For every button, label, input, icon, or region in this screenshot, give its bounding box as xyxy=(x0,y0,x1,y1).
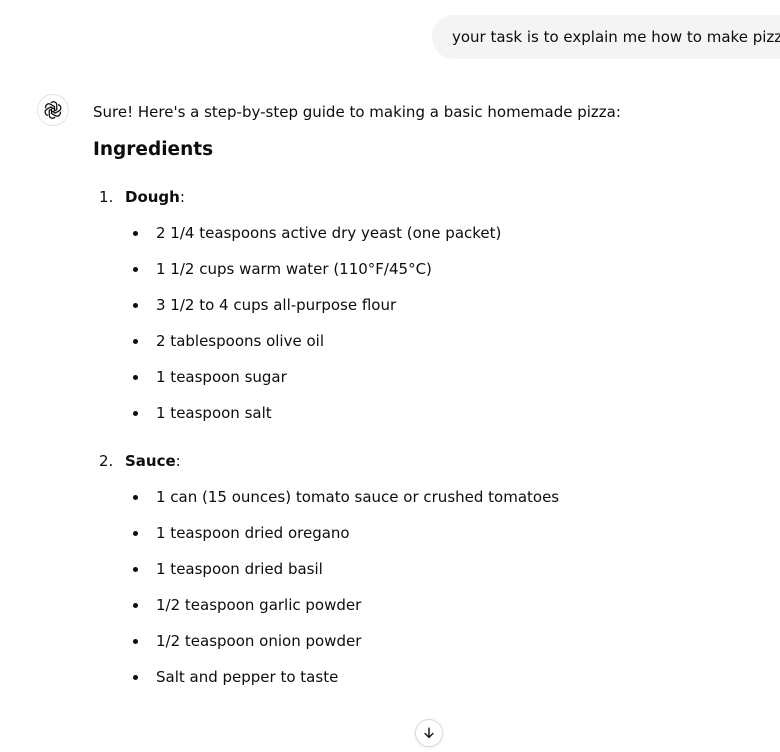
section-colon: : xyxy=(179,188,185,206)
list-item: 1 teaspoon dried oregano xyxy=(93,521,773,545)
chat-page: your task is to explain me how to make p… xyxy=(0,0,780,752)
section-number: 1. xyxy=(99,188,114,206)
chatgpt-logo-icon xyxy=(44,101,62,119)
list-item: 1 teaspoon salt xyxy=(93,401,773,425)
section-title: Sauce xyxy=(125,452,176,470)
sauce-list: 1 can (15 ounces) tomato sauce or crushe… xyxy=(93,485,773,689)
list-item: 1 teaspoon sugar xyxy=(93,365,773,389)
arrow-down-icon xyxy=(424,727,434,739)
list-item: 1/2 teaspoon garlic powder xyxy=(93,593,773,617)
section-title: Dough xyxy=(125,188,180,206)
list-item: 1/2 teaspoon onion powder xyxy=(93,629,773,653)
dough-section: 1. Dough: 2 1/4 teaspoons active dry yea… xyxy=(93,185,773,425)
sauce-section: 2. Sauce: 1 can (15 ounces) tomato sauce… xyxy=(93,449,773,689)
section-label: Sauce: xyxy=(125,449,181,473)
ingredients-heading: Ingredients xyxy=(93,139,214,160)
scroll-to-bottom-button[interactable] xyxy=(415,719,443,747)
list-item: Salt and pepper to taste xyxy=(93,665,773,689)
section-heading: 2. Sauce: xyxy=(93,449,773,473)
list-item: 2 1/4 teaspoons active dry yeast (one pa… xyxy=(93,221,773,245)
list-item: 3 1/2 to 4 cups all-purpose flour xyxy=(93,293,773,317)
list-item: 1 teaspoon dried basil xyxy=(93,557,773,581)
section-label: Dough: xyxy=(125,185,185,209)
dough-list: 2 1/4 teaspoons active dry yeast (one pa… xyxy=(93,221,773,425)
list-item: 1 1/2 cups warm water (110°F/45°C) xyxy=(93,257,773,281)
section-number: 2. xyxy=(99,452,114,470)
user-message-bubble: your task is to explain me how to make p… xyxy=(432,15,780,59)
list-item: 1 can (15 ounces) tomato sauce or crushe… xyxy=(93,485,773,509)
section-colon: : xyxy=(175,452,181,470)
section-heading: 1. Dough: xyxy=(93,185,773,209)
list-item: 2 tablespoons olive oil xyxy=(93,329,773,353)
assistant-avatar xyxy=(37,94,69,126)
user-message-text: your task is to explain me how to make p… xyxy=(452,28,780,46)
assistant-response: Sure! Here's a step-by-step guide to mak… xyxy=(93,100,773,689)
response-intro: Sure! Here's a step-by-step guide to mak… xyxy=(93,103,621,121)
